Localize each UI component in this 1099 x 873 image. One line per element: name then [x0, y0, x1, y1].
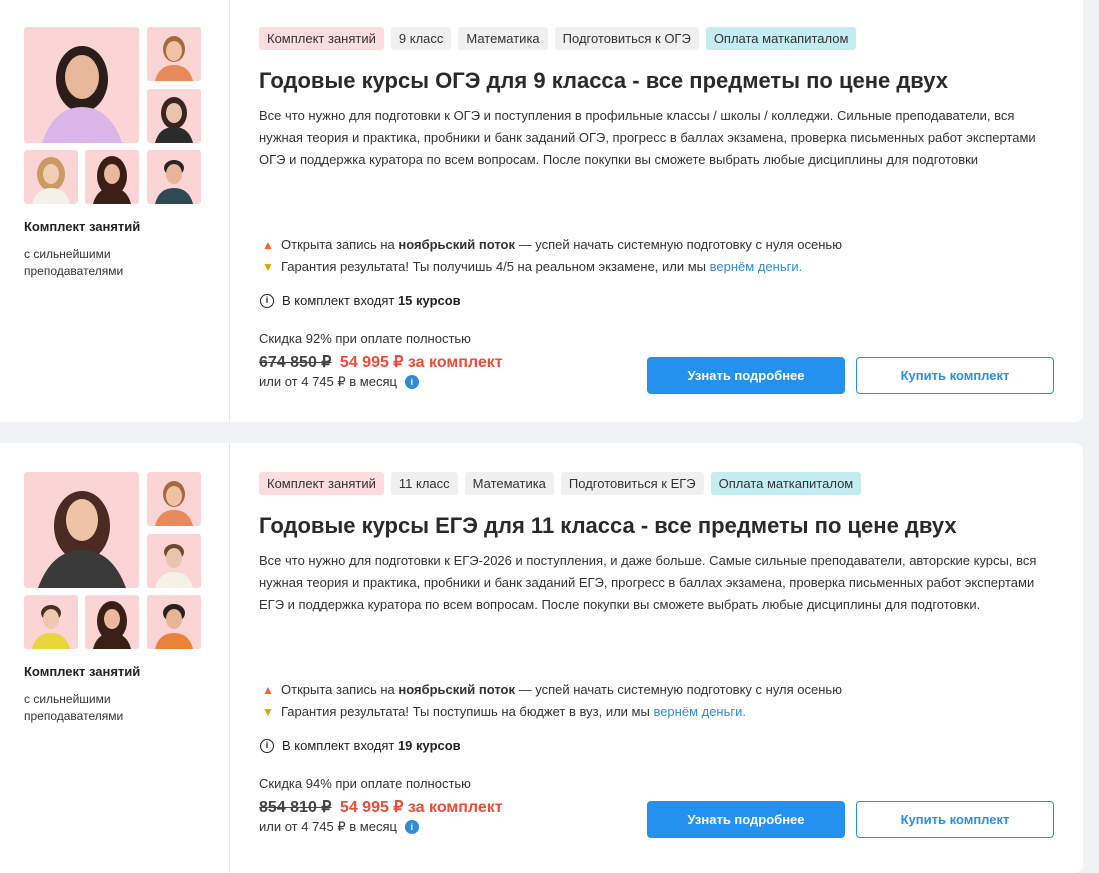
old-price: 674 850 ₽: [259, 354, 332, 371]
teacher-photo: [24, 150, 78, 204]
includes-info: i В комплект входят 19 курсов: [260, 738, 461, 753]
promo-text: Гарантия результата! Ты получишь 4/5 на …: [281, 259, 710, 274]
promo-list: ▲ Открыта запись на ноябрьский поток — у…: [261, 679, 842, 723]
teacher-photo-main: [24, 27, 139, 143]
tag-bundle[interactable]: Комплект занятий: [259, 472, 384, 495]
refund-link[interactable]: вернём деньги.: [710, 259, 803, 274]
course-card[interactable]: Комплект занятий с сильнейшими преподава…: [0, 0, 1083, 422]
course-card[interactable]: Комплект занятий с сильнейшими преподава…: [0, 443, 1083, 873]
old-price: 854 810 ₽: [259, 799, 332, 816]
teacher-photo: [85, 150, 139, 204]
promo-text: Гарантия результата! Ты поступишь на бюд…: [281, 704, 654, 719]
info-icon: i: [260, 738, 274, 753]
aside-subtitle: с сильнейшими преподавателями: [24, 247, 124, 278]
discount-text: Скидка 92% при оплате полностью: [259, 331, 471, 346]
teacher-photo: [147, 534, 201, 588]
learn-more-button[interactable]: Узнать подробнее: [647, 357, 845, 394]
card-main: Комплект занятий 9 класс Математика Подг…: [230, 0, 1083, 422]
course-title[interactable]: Годовые курсы ЕГЭ для 11 класса - все пр…: [259, 513, 957, 539]
card-aside: Комплект занятий с сильнейшими преподава…: [0, 0, 230, 422]
card-main: Комплект занятий 11 класс Математика Под…: [230, 443, 1083, 873]
course-title[interactable]: Годовые курсы ОГЭ для 9 класса - все пре…: [259, 68, 948, 94]
promo-text: Открыта запись на: [281, 237, 399, 252]
fire-icon: ▲: [262, 238, 274, 252]
new-price: 54 995 ₽ за комплект: [339, 354, 503, 371]
course-description: Все что нужно для подготовки к ОГЭ и пос…: [259, 108, 1036, 167]
tag-payment[interactable]: Оплата маткапиталом: [705, 27, 857, 50]
tag-grade[interactable]: 11 класс: [390, 472, 458, 495]
tag-subject[interactable]: Математика: [464, 472, 554, 495]
monthly-text: или от 4 745 ₽ в месяц: [259, 374, 397, 389]
promo-list: ▲ Открыта запись на ноябрьский поток — у…: [261, 234, 842, 278]
course-description: Все что нужно для подготовки к ЕГЭ-2026 …: [259, 553, 1037, 612]
tag-payment[interactable]: Оплата маткапиталом: [710, 472, 862, 495]
monthly-price: или от 4 745 ₽ в месяц i: [259, 819, 419, 835]
learn-more-button[interactable]: Узнать подробнее: [647, 801, 845, 838]
info-icon: i: [260, 293, 274, 308]
tag-list: Комплект занятий 11 класс Математика Под…: [259, 472, 862, 495]
aside-title: Комплект занятий: [24, 664, 141, 679]
buy-bundle-button[interactable]: Купить комплект: [856, 801, 1054, 838]
tag-grade[interactable]: 9 класс: [390, 27, 452, 50]
new-price: 54 995 ₽ за комплект: [339, 799, 503, 816]
teacher-photo: [147, 27, 201, 81]
promo-enrollment: ▲ Открыта запись на ноябрьский поток — у…: [261, 679, 842, 701]
promo-bold: ноябрьский поток: [398, 682, 515, 697]
promo-text: Открыта запись на: [281, 682, 399, 697]
includes-text: В комплект входят: [282, 293, 398, 308]
trophy-icon: ▼: [262, 260, 274, 274]
price: 674 850 ₽ 54 995 ₽ за комплект: [259, 352, 503, 372]
teacher-photo: [147, 472, 201, 526]
promo-text: — успей начать системную подготовку с ну…: [515, 237, 842, 252]
refund-link[interactable]: вернём деньги.: [653, 704, 746, 719]
buy-bundle-button[interactable]: Купить комплект: [856, 357, 1054, 394]
aside-title: Комплект занятий: [24, 219, 141, 234]
teacher-photo: [147, 595, 201, 649]
promo-text: — успей начать системную подготовку с ну…: [515, 682, 842, 697]
tag-list: Комплект занятий 9 класс Математика Подг…: [259, 27, 857, 50]
includes-count: 19 курсов: [397, 738, 461, 753]
discount-text: Скидка 94% при оплате полностью: [259, 776, 471, 791]
tag-goal[interactable]: Подготовиться к ЕГЭ: [560, 472, 704, 495]
teacher-photo: [85, 595, 139, 649]
promo-guarantee: ▼ Гарантия результата! Ты получишь 4/5 н…: [261, 256, 842, 278]
teacher-photo: [147, 89, 201, 143]
promo-enrollment: ▲ Открыта запись на ноябрьский поток — у…: [261, 234, 842, 256]
teacher-photos: [24, 472, 202, 654]
teacher-photos: [24, 27, 202, 209]
monthly-price: или от 4 745 ₽ в месяц i: [259, 374, 419, 390]
teacher-photo-main: [24, 472, 139, 588]
teacher-photo: [24, 595, 78, 649]
price: 854 810 ₽ 54 995 ₽ за комплект: [259, 797, 503, 817]
fire-icon: ▲: [262, 683, 274, 697]
card-aside: Комплект занятий с сильнейшими преподава…: [0, 443, 230, 873]
tag-goal[interactable]: Подготовиться к ОГЭ: [554, 27, 699, 50]
aside-subtitle: с сильнейшими преподавателями: [24, 692, 124, 723]
info-icon[interactable]: i: [404, 820, 419, 834]
tag-bundle[interactable]: Комплект занятий: [259, 27, 384, 50]
includes-info: i В комплект входят 15 курсов: [260, 293, 461, 308]
promo-guarantee: ▼ Гарантия результата! Ты поступишь на б…: [261, 701, 842, 723]
includes-text: В комплект входят: [282, 738, 398, 753]
trophy-icon: ▼: [262, 705, 274, 719]
tag-subject[interactable]: Математика: [458, 27, 548, 50]
monthly-text: или от 4 745 ₽ в месяц: [259, 819, 397, 834]
info-icon[interactable]: i: [404, 375, 419, 389]
includes-count: 15 курсов: [397, 293, 461, 308]
teacher-photo: [147, 150, 201, 204]
promo-bold: ноябрьский поток: [398, 237, 515, 252]
